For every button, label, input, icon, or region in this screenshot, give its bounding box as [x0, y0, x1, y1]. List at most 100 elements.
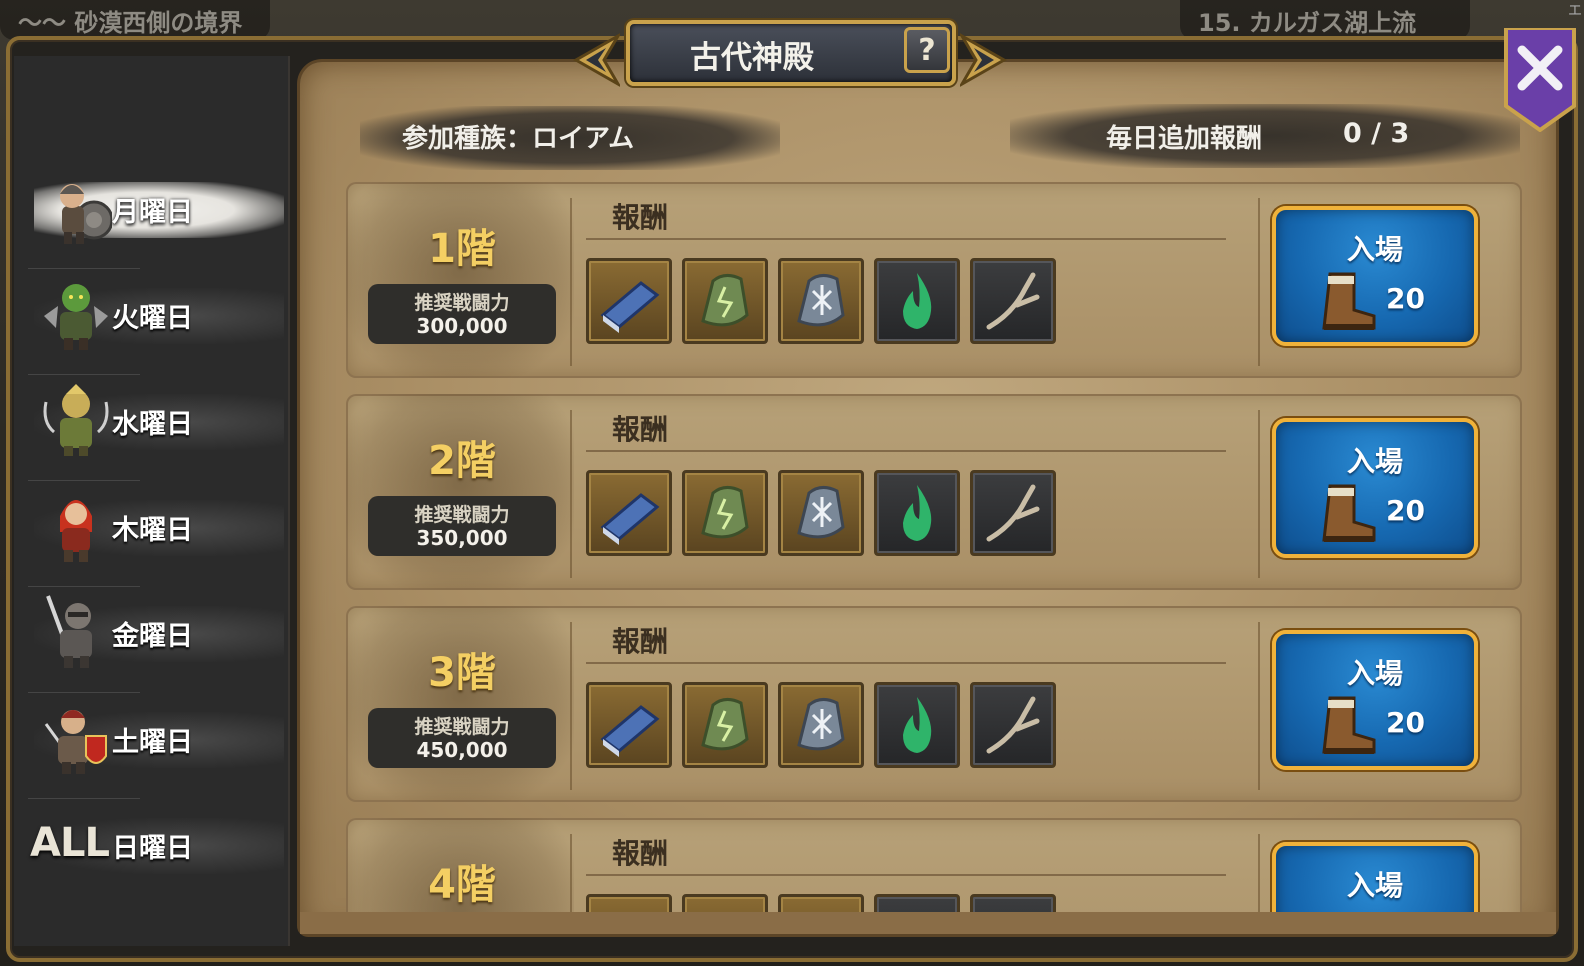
- day-label-monday: 月曜日: [112, 197, 193, 228]
- reward-item-bone-branch[interactable]: [970, 258, 1056, 344]
- floor-number: 3階: [428, 650, 496, 696]
- day-tab-saturday[interactable]: 土曜日: [14, 690, 284, 786]
- background-location-left: 〜〜 砂漠西側の境界: [0, 0, 270, 40]
- divider: [586, 450, 1226, 452]
- gray-rune-stone-icon: [797, 486, 845, 539]
- boot-icon: [1322, 484, 1376, 542]
- day-tab-monday[interactable]: 月曜日: [14, 160, 284, 256]
- day-tab-friday[interactable]: 金曜日: [14, 584, 284, 680]
- day-tab-sunday[interactable]: ALL 日曜日: [14, 796, 284, 892]
- divider: [586, 874, 1226, 876]
- recommended-power-box: 推奨戦闘力 450,000: [368, 708, 556, 768]
- day-label-sunday: 日曜日: [112, 833, 193, 864]
- floor-number: 4階: [428, 862, 496, 908]
- day-label-wednesday: 水曜日: [112, 409, 193, 440]
- reward-item-green-flame[interactable]: [874, 470, 960, 556]
- reward-item-gray-rune[interactable]: [778, 682, 864, 768]
- day-tab-tuesday[interactable]: 火曜日: [14, 266, 284, 362]
- blue-book-icon: [600, 281, 660, 333]
- reward-label: 報酬: [612, 413, 669, 446]
- reward-item[interactable]: [778, 894, 864, 912]
- reward-item[interactable]: [970, 894, 1056, 912]
- reward-item-green-rune[interactable]: [682, 470, 768, 556]
- reward-item-gray-rune[interactable]: [778, 258, 864, 344]
- floor-number: 1階: [428, 226, 496, 272]
- reward-items: [586, 894, 1056, 912]
- daily-reward-count: 0 / 3: [1343, 118, 1410, 149]
- divider: [1258, 198, 1260, 366]
- green-flame-icon: [903, 697, 932, 753]
- swordsman-hero-icon: [46, 595, 92, 668]
- all-tribes-label: ALL: [30, 820, 110, 866]
- entry-cost: 20: [1386, 494, 1425, 527]
- recommended-power-value: 350,000: [416, 526, 508, 550]
- help-button[interactable]: ?: [904, 27, 950, 73]
- enter-button-floor-2[interactable]: 入場 20: [1272, 418, 1478, 558]
- next-arrow-icon[interactable]: [960, 28, 1024, 92]
- reward-items: [586, 470, 1056, 556]
- reward-item[interactable]: [682, 894, 768, 912]
- recommended-power-label: 推奨戦闘力: [414, 504, 510, 526]
- blue-book-icon: [600, 493, 660, 545]
- divider: [1258, 834, 1260, 912]
- green-rune-stone-icon: [701, 486, 749, 539]
- floor-row-4: 4階 報酬 入場: [346, 818, 1522, 912]
- reward-item-bone-branch[interactable]: [970, 682, 1056, 768]
- day-label-thursday: 木曜日: [112, 515, 193, 546]
- floor-column: [346, 606, 574, 802]
- floor-row-2: 2階 推奨戦闘力 350,000 報酬 入場 20: [346, 394, 1522, 590]
- reward-item-green-flame[interactable]: [874, 682, 960, 768]
- floor-number: 2階: [428, 438, 496, 484]
- divider: [570, 622, 572, 790]
- green-rune-stone-icon: [701, 274, 749, 327]
- recommended-power-value: 300,000: [416, 314, 508, 338]
- reward-item-green-rune[interactable]: [682, 258, 768, 344]
- divider: [1258, 622, 1260, 790]
- green-flame-icon: [903, 485, 932, 541]
- reward-item[interactable]: [874, 894, 960, 912]
- brush-stroke: [1010, 104, 1520, 168]
- reward-item-book[interactable]: [586, 258, 672, 344]
- boot-icon: [1322, 696, 1376, 754]
- panel-bottom-edge: [300, 912, 1556, 934]
- reward-item[interactable]: [586, 894, 672, 912]
- bone-branch-icon: [986, 484, 1040, 542]
- reward-item-bone-branch[interactable]: [970, 470, 1056, 556]
- recommended-power-value: 450,000: [416, 738, 508, 762]
- green-flame-icon: [903, 273, 932, 329]
- reward-label: 報酬: [612, 625, 669, 658]
- floor-row-1: 1階 推奨戦闘力 300,000 報酬 入場 20: [346, 182, 1522, 378]
- participating-tribe: 参加種族：ロイアム: [402, 124, 635, 154]
- close-button[interactable]: [1502, 28, 1578, 132]
- reward-label: 報酬: [612, 837, 669, 870]
- enter-label: 入場: [1346, 445, 1403, 478]
- prev-arrow-icon[interactable]: [556, 28, 620, 92]
- boot-icon: [1322, 272, 1376, 330]
- red-fighter-hero-icon: [60, 500, 92, 562]
- bone-branch-icon: [986, 696, 1040, 754]
- background-location-right: 15. カルガス湖上流: [1180, 0, 1470, 40]
- day-label-tuesday: 火曜日: [112, 303, 193, 334]
- shield-soldier-hero-icon: [44, 710, 107, 774]
- enter-label: 入場: [1346, 233, 1403, 266]
- daily-reward-label: 毎日追加報酬: [1106, 124, 1263, 154]
- reward-item-book[interactable]: [586, 470, 672, 556]
- orc-hero-icon: [44, 284, 108, 350]
- divider: [586, 238, 1226, 240]
- day-tab-wednesday[interactable]: 水曜日: [14, 372, 284, 468]
- enter-button-floor-4[interactable]: 入場: [1272, 842, 1478, 912]
- reward-item-green-rune[interactable]: [682, 682, 768, 768]
- reward-item-book[interactable]: [586, 682, 672, 768]
- gray-rune-stone-icon: [797, 274, 845, 327]
- divider: [586, 662, 1226, 664]
- reward-label: 報酬: [612, 201, 669, 234]
- entry-cost: 20: [1386, 706, 1425, 739]
- reward-item-green-flame[interactable]: [874, 258, 960, 344]
- reward-item-gray-rune[interactable]: [778, 470, 864, 556]
- day-tab-thursday[interactable]: 木曜日: [14, 478, 284, 574]
- enter-button-floor-3[interactable]: 入場 20: [1272, 630, 1478, 770]
- bone-branch-icon: [986, 272, 1040, 330]
- warrior-hero-icon: [60, 184, 112, 244]
- page-title: 古代神殿: [690, 40, 814, 76]
- enter-button-floor-1[interactable]: 入場 20: [1272, 206, 1478, 346]
